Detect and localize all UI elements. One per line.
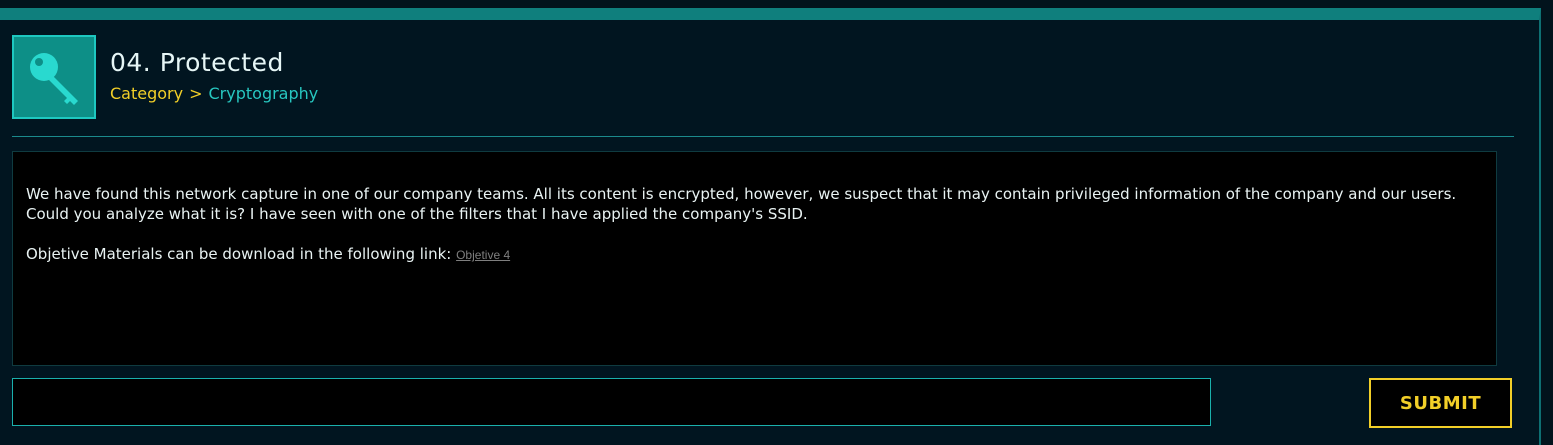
breadcrumb: Category > Cryptography	[110, 84, 318, 103]
description-paragraph: We have found this network capture in on…	[26, 185, 1457, 223]
submit-button[interactable]: SUBMIT	[1369, 378, 1512, 428]
materials-download-link[interactable]: Objetive 4	[456, 248, 510, 262]
breadcrumb-current-category[interactable]: Cryptography	[209, 84, 319, 103]
materials-prefix: Objetive Materials can be download in th…	[26, 245, 452, 263]
breadcrumb-separator: >	[189, 84, 203, 103]
challenge-icon-badge	[12, 35, 96, 119]
challenge-title: 04. Protected	[110, 48, 284, 77]
key-icon	[30, 53, 78, 105]
flag-answer-input[interactable]	[12, 378, 1211, 426]
breadcrumb-category-label[interactable]: Category	[110, 84, 183, 103]
materials-line: Objetive Materials can be download in th…	[26, 244, 1483, 265]
top-strip	[0, 0, 1553, 8]
challenge-description-panel: We have found this network capture in on…	[12, 151, 1497, 366]
header-divider	[12, 136, 1514, 137]
